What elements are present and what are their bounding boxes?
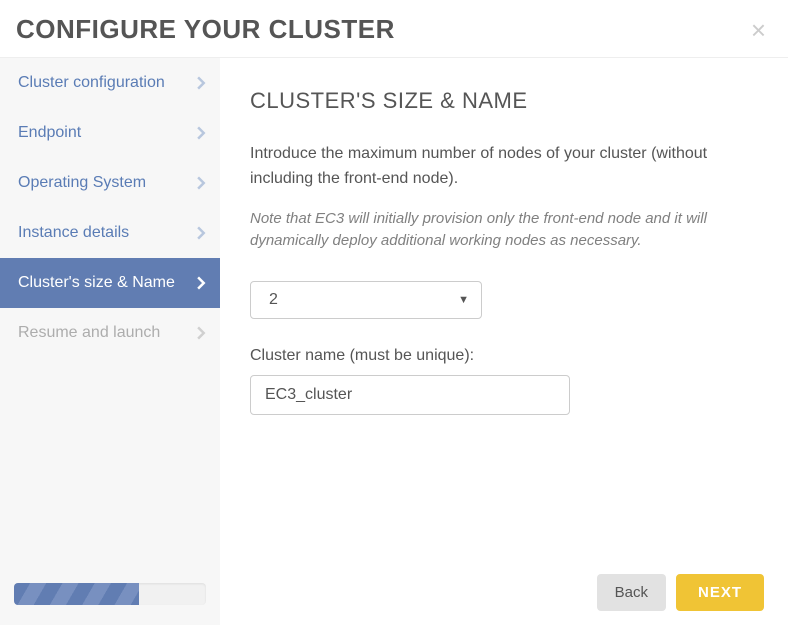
wizard-progress: [14, 583, 206, 605]
sidebar-item-label: Instance details: [18, 224, 129, 242]
intro-text: Introduce the maximum number of nodes of…: [250, 142, 758, 192]
note-text: Note that EC3 will initially provision o…: [250, 208, 758, 253]
wizard-footer: Back NEXT: [597, 574, 764, 611]
next-button[interactable]: NEXT: [676, 574, 764, 611]
max-nodes-select[interactable]: 2 ▼: [250, 281, 482, 319]
cluster-name-label: Cluster name (must be unique):: [250, 347, 758, 365]
chevron-right-icon: [197, 176, 206, 190]
dialog-header: CONFIGURE YOUR CLUSTER ×: [0, 0, 788, 58]
chevron-right-icon: [197, 76, 206, 90]
back-button[interactable]: Back: [597, 574, 666, 611]
max-nodes-value: 2: [269, 291, 278, 309]
chevron-right-icon: [197, 126, 206, 140]
chevron-right-icon: [197, 326, 206, 340]
dialog-title: CONFIGURE YOUR CLUSTER: [16, 14, 395, 45]
sidebar-item-label: Endpoint: [18, 124, 81, 142]
sidebar-item-endpoint[interactable]: Endpoint: [0, 108, 220, 158]
sidebar-item-label: Cluster's size & Name: [18, 274, 175, 292]
sidebar-item-resume-launch[interactable]: Resume and launch: [0, 308, 220, 358]
close-icon[interactable]: ×: [745, 17, 772, 43]
cluster-name-input[interactable]: [250, 375, 570, 415]
sidebar-item-instance-details[interactable]: Instance details: [0, 208, 220, 258]
sidebar-item-label: Operating System: [18, 174, 146, 192]
sidebar-item-label: Resume and launch: [18, 324, 160, 342]
chevron-right-icon: [197, 226, 206, 240]
sidebar-item-cluster-size-name[interactable]: Cluster's size & Name: [0, 258, 220, 308]
dialog: CONFIGURE YOUR CLUSTER × Cluster configu…: [0, 0, 788, 627]
chevron-right-icon: [197, 276, 206, 290]
dialog-body: Cluster configuration Endpoint Operating…: [0, 58, 788, 625]
wizard-sidebar: Cluster configuration Endpoint Operating…: [0, 58, 220, 625]
sidebar-item-cluster-configuration[interactable]: Cluster configuration: [0, 58, 220, 108]
wizard-progress-bar: [14, 583, 139, 605]
sidebar-item-operating-system[interactable]: Operating System: [0, 158, 220, 208]
section-title: CLUSTER'S SIZE & NAME: [250, 88, 758, 114]
main-panel: CLUSTER'S SIZE & NAME Introduce the maxi…: [220, 58, 788, 625]
dropdown-caret-icon: ▼: [458, 294, 469, 306]
sidebar-item-label: Cluster configuration: [18, 74, 165, 92]
